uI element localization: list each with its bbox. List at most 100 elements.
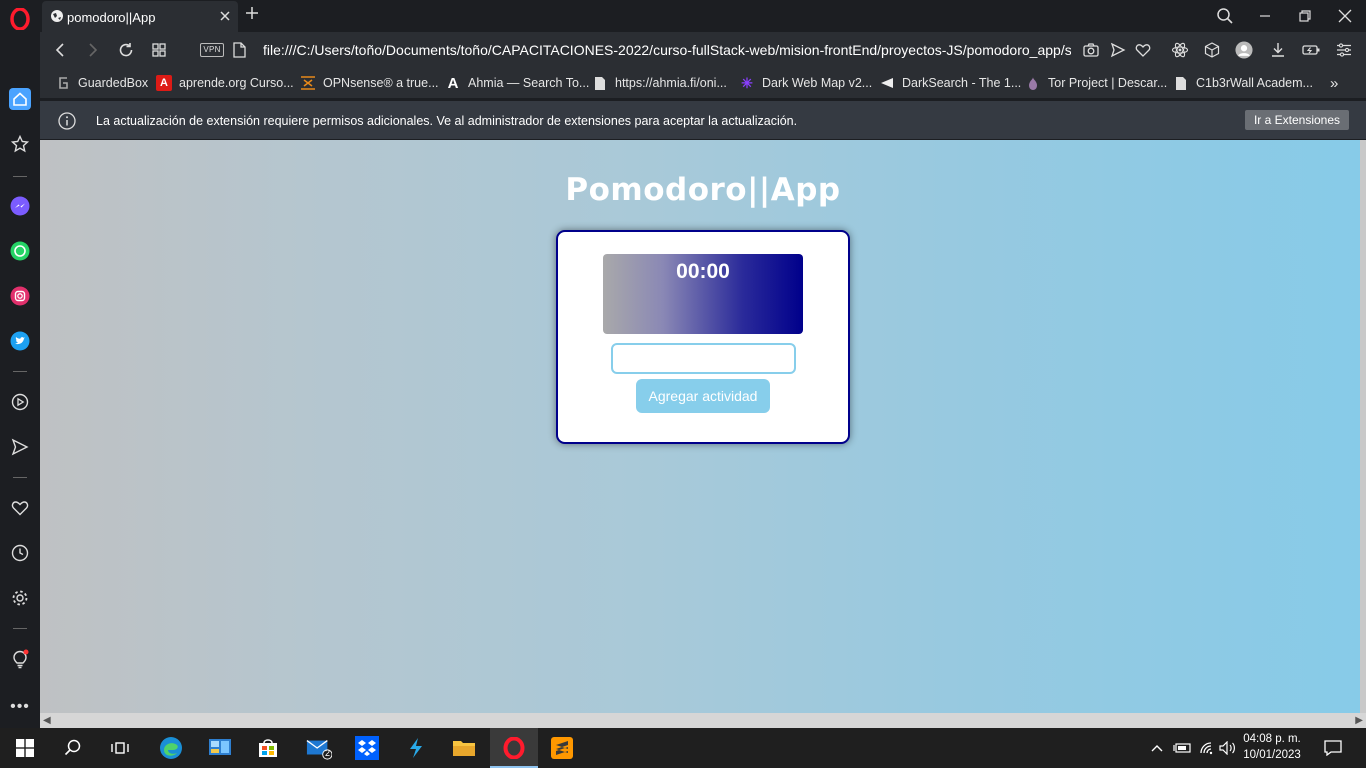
more-options-icon[interactable]: ••• [9, 696, 31, 718]
twitter-icon[interactable] [9, 330, 31, 352]
task-input[interactable] [611, 343, 796, 374]
dropbox-icon[interactable] [354, 736, 380, 760]
page-title: Pomodoro||App [565, 172, 841, 208]
show-hidden-icons-chevron-icon[interactable] [1147, 736, 1167, 760]
search-tabs-icon[interactable] [1215, 6, 1235, 26]
task-view-icon[interactable] [107, 736, 133, 760]
wifi-icon[interactable] [1197, 736, 1217, 760]
heart-icon[interactable] [9, 497, 31, 519]
bookmark-label: GuardedBox [78, 76, 149, 90]
bookmark-label: Ahmia — Search To... [468, 76, 590, 90]
microsoft-store-icon[interactable] [255, 736, 281, 760]
sidebar-divider [13, 371, 27, 372]
mail-badge: 2 [325, 748, 331, 758]
bookmark-item[interactable]: A aprende.org Curso... [156, 75, 294, 91]
control-panel-icon[interactable] [207, 736, 233, 760]
bookmark-label: C1b3rWall Academ... [1196, 76, 1313, 90]
vpn-badge[interactable]: VPN [200, 43, 224, 57]
bookmark-item[interactable]: https://ahmia.fi/oni... [592, 75, 727, 91]
infobar-message: La actualización de extensión requiere p… [96, 114, 798, 128]
page-viewport: Pomodoro||App 00:00 Agregar actividad [40, 140, 1360, 713]
whatsapp-icon[interactable] [9, 240, 31, 262]
bookmark-item[interactable]: C1b3rWall Academ... [1173, 75, 1313, 91]
minimize-icon[interactable] [1255, 6, 1275, 26]
battery-saver-icon[interactable] [1302, 41, 1320, 59]
close-window-icon[interactable] [1335, 6, 1355, 26]
volume-icon[interactable] [1218, 736, 1238, 760]
add-activity-button[interactable]: Agregar actividad [636, 379, 770, 413]
scroll-left-arrow-icon[interactable]: ◀ [43, 715, 51, 726]
react-extension-icon[interactable] [1171, 41, 1189, 59]
bookmark-item[interactable]: DarkSearch - The 1... [879, 75, 1021, 91]
url-field[interactable]: file:///C:/Users/toño/Documents/toño/CAP… [263, 42, 1071, 58]
settings-gear-icon[interactable] [9, 587, 31, 609]
guardedbox-icon [55, 75, 71, 91]
scroll-right-arrow-icon[interactable]: ▶ [1355, 715, 1363, 726]
edge-browser-icon[interactable] [158, 736, 184, 760]
speed-dial-icon[interactable] [9, 133, 31, 155]
new-tab-plus-icon[interactable] [245, 6, 259, 20]
bookmark-label: DarkSearch - The 1... [902, 76, 1022, 90]
lightbulb-icon[interactable] [9, 648, 31, 670]
bookmark-item[interactable]: Tor Project | Descar... [1025, 75, 1167, 91]
extensions-cube-icon[interactable] [1203, 41, 1221, 59]
windows-taskbar: 2 04:08 p. m. 10/01/2023 [0, 728, 1366, 768]
bookmark-label: aprende.org Curso... [179, 76, 294, 90]
snapshot-camera-icon[interactable] [1082, 41, 1100, 59]
vertical-scrollbar[interactable] [1360, 140, 1366, 713]
bookmarks-overflow-chevron-icon[interactable]: » [1330, 75, 1338, 92]
tab-close-icon[interactable] [218, 9, 232, 23]
onion-icon [1025, 75, 1041, 91]
easy-setup-menu-icon[interactable] [1335, 41, 1353, 59]
file-page-icon [230, 41, 248, 59]
opera-browser-icon[interactable] [501, 736, 527, 760]
home-icon[interactable] [9, 88, 31, 110]
windows-start-icon[interactable] [12, 736, 38, 760]
vscode-icon[interactable] [403, 736, 429, 760]
instagram-icon[interactable] [9, 285, 31, 307]
bookmark-item[interactable]: A Ahmia — Search To... [445, 74, 590, 92]
battery-icon[interactable] [1172, 736, 1192, 760]
opera-sidebar: ••• [0, 0, 40, 728]
restore-icon[interactable] [1295, 6, 1315, 26]
tab-grid-icon[interactable] [150, 41, 168, 59]
horizontal-scrollbar[interactable]: ◀ ▶ [40, 713, 1366, 728]
sublime-text-icon[interactable] [549, 736, 575, 760]
forward-arrow-icon[interactable] [84, 41, 102, 59]
sidebar-divider [13, 477, 27, 478]
timer-display: 00:00 [603, 254, 803, 334]
bookmark-item[interactable]: ✳ Dark Web Map v2... [739, 75, 872, 91]
file-explorer-icon[interactable] [451, 736, 477, 760]
reload-icon[interactable] [117, 41, 135, 59]
page-icon [1173, 75, 1189, 91]
tab-title: pomodoro||App [67, 10, 156, 25]
system-clock[interactable]: 04:08 p. m. 10/01/2023 [1238, 731, 1306, 763]
send-to-flow-icon[interactable] [1109, 41, 1127, 59]
star-icon: ✳ [741, 74, 753, 91]
opera-logo-icon[interactable] [9, 8, 31, 30]
sidebar-divider [13, 628, 27, 629]
clock-date: 10/01/2023 [1243, 749, 1301, 761]
tab-strip: pomodoro||App [40, 0, 1366, 32]
bookmark-item[interactable]: GuardedBox [55, 75, 148, 91]
bookmark-label: OPNsense® a true... [323, 76, 439, 90]
messenger-icon[interactable] [9, 195, 31, 217]
tab-pomodoro[interactable]: pomodoro||App [42, 1, 238, 32]
search-icon[interactable] [60, 736, 86, 760]
player-icon[interactable] [9, 391, 31, 413]
bookmark-label: Dark Web Map v2... [762, 76, 873, 90]
mail-icon[interactable]: 2 [306, 736, 332, 760]
history-icon[interactable] [9, 542, 31, 564]
notifications-icon[interactable] [1320, 736, 1346, 760]
globe-icon [50, 9, 64, 23]
back-arrow-icon[interactable] [51, 41, 69, 59]
download-icon[interactable] [1269, 41, 1287, 59]
send-icon[interactable] [9, 436, 31, 458]
extension-update-infobar: La actualización de extensión requiere p… [40, 101, 1366, 139]
bookmark-heart-icon[interactable] [1134, 41, 1152, 59]
bookmark-label: https://ahmia.fi/oni... [615, 76, 727, 90]
ahmia-icon: A [447, 74, 459, 92]
profile-avatar-icon[interactable] [1235, 41, 1253, 59]
go-to-extensions-button[interactable]: Ir a Extensiones [1245, 110, 1349, 130]
bookmark-item[interactable]: OPNsense® a true... [300, 75, 439, 91]
